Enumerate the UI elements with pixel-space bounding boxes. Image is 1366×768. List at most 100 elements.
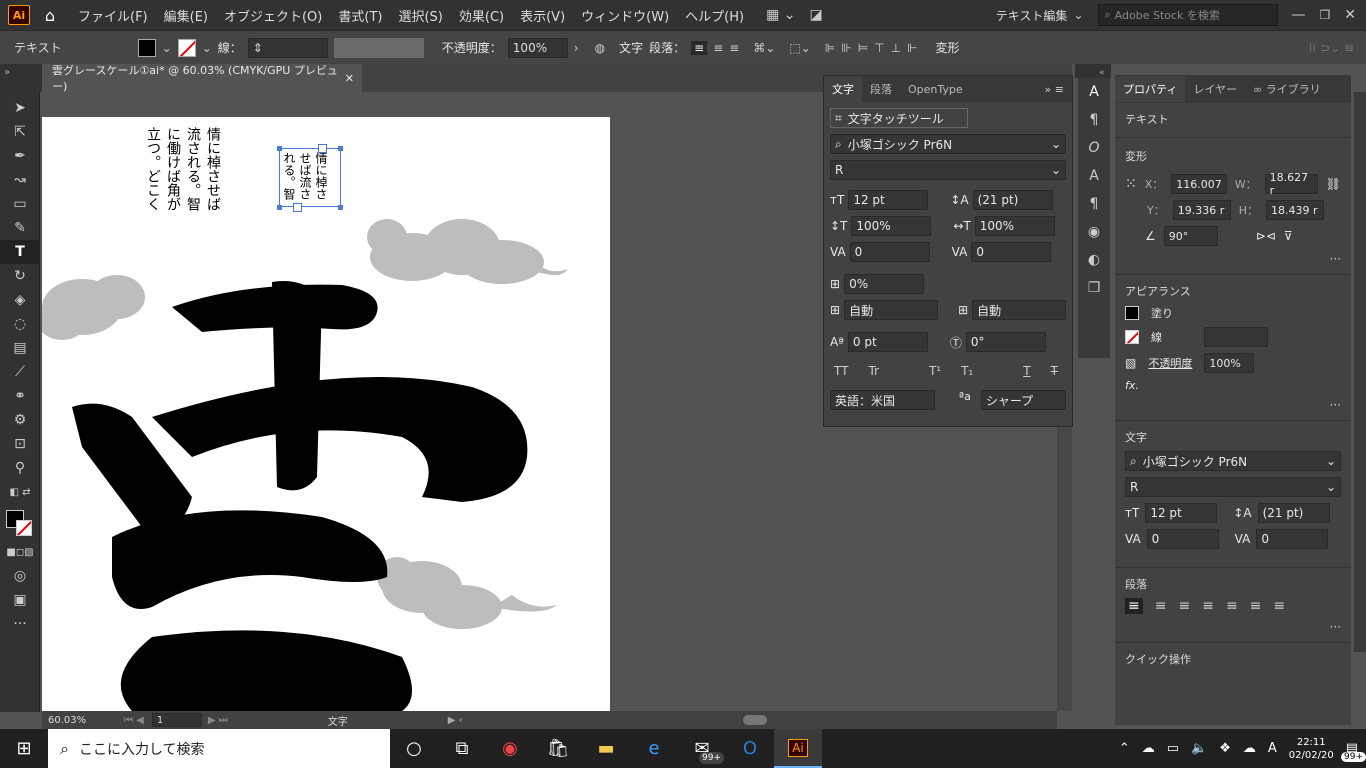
character-panel-icon[interactable]: A	[1078, 78, 1110, 106]
leading-field[interactable]: (21 pt)	[1257, 503, 1330, 523]
align-right-icon[interactable]: ≡	[1178, 598, 1190, 614]
opacity-field[interactable]: 100%	[507, 37, 568, 58]
appearance-icon[interactable]: ◉	[1078, 218, 1110, 246]
vertical-scale-field[interactable]: 100%	[851, 216, 932, 236]
aki-right-select[interactable]: 自動	[972, 300, 1067, 320]
menu-object[interactable]: オブジェクト(O)	[216, 6, 330, 25]
baseline-shift-field[interactable]: 0 pt	[847, 332, 928, 352]
tracking-field[interactable]: 0	[971, 242, 1052, 262]
rectangle-tool-icon[interactable]: ▭	[0, 192, 40, 216]
fill-stroke-swatches[interactable]	[0, 504, 40, 540]
menu-select[interactable]: 選択(S)	[390, 6, 450, 25]
menu-help[interactable]: ヘルプ(H)	[677, 6, 752, 25]
first-page-icon[interactable]: ⏮ ◀	[124, 715, 144, 726]
kerning-field[interactable]: 0	[849, 242, 930, 262]
menu-file[interactable]: ファイル(F)	[70, 6, 156, 25]
tab-libraries[interactable]: ∞ ライブラリ	[1245, 76, 1329, 102]
pen-tool-icon[interactable]: ✒	[0, 144, 40, 168]
windows-start-icon[interactable]: ⊞	[0, 729, 48, 768]
battery-icon[interactable]: ▭	[1167, 741, 1179, 756]
store-icon[interactable]: 🛍	[534, 729, 582, 768]
justify-all-icon[interactable]: ≡	[1273, 598, 1285, 614]
selection-handle[interactable]	[338, 205, 343, 210]
tab-opentype[interactable]: OpenType	[900, 76, 971, 102]
gpu-icon[interactable]: ◪	[810, 7, 823, 23]
align-left-icon[interactable]: ≡	[1125, 598, 1143, 614]
aki-left-select[interactable]: 自動	[844, 300, 939, 320]
eraser-tool-icon[interactable]: ◈	[0, 288, 40, 312]
artboard[interactable]: 情に棹させば 流される。智 に働けば角が 立つ。どこく 情に棹さ せば流さ れる…	[42, 117, 610, 711]
mail-icon[interactable]: ✉ 99+	[678, 729, 726, 768]
align-center-icon[interactable]: ≡	[713, 41, 723, 55]
chevron-down-icon[interactable]: ⌄	[202, 41, 212, 55]
play-icon[interactable]: ▶ ‹	[448, 715, 463, 726]
fill-swatch[interactable]	[137, 38, 156, 57]
blend-tool-icon[interactable]: ⚭	[0, 384, 40, 408]
outlook-icon[interactable]: O	[726, 729, 774, 768]
envelope-icon[interactable]: ⌘⌄	[753, 41, 775, 55]
more-tools-icon[interactable]: ···	[0, 612, 40, 636]
gradient-tool-icon[interactable]: ▤	[0, 336, 40, 360]
char-rotation-field[interactable]: 0°	[965, 332, 1046, 352]
chevron-down-icon[interactable]: ⌄	[162, 41, 172, 55]
tab-layers[interactable]: レイヤー	[1185, 76, 1245, 102]
paragraph-panel-icon[interactable]: ¶	[1078, 106, 1110, 134]
menu-edit[interactable]: 編集(E)	[156, 6, 216, 25]
artboard-tool-icon[interactable]: ⊡	[0, 432, 40, 456]
onedrive-icon[interactable]: ☁	[1142, 741, 1155, 756]
direct-selection-tool-icon[interactable]: ⇱	[0, 120, 40, 144]
zoom-level[interactable]: 60.03%	[48, 715, 108, 726]
font-size-field[interactable]: 12 pt	[848, 190, 929, 210]
opentype-panel-icon[interactable]: O	[1078, 134, 1110, 162]
more-options-icon[interactable]: ···	[1330, 398, 1341, 412]
eyedropper-tool-icon[interactable]: ⟋	[0, 360, 40, 384]
opacity-field[interactable]: 100%	[1204, 353, 1255, 373]
chevron-right-icon[interactable]: ›	[574, 41, 579, 55]
font-style-select[interactable]: R ⌄	[1125, 477, 1341, 497]
tab-paragraph[interactable]: 段落	[862, 76, 900, 102]
selection-handle[interactable]	[338, 146, 343, 151]
document-tab[interactable]: 雲グレースケール①ai* @ 60.03% (CMYK/GPU プレビュー) ✕	[42, 64, 362, 93]
subscript-icon[interactable]: T₁	[961, 364, 973, 378]
chevron-up-icon[interactable]: ⌃	[1119, 741, 1130, 756]
menu-window[interactable]: ウィンドウ(W)	[573, 6, 677, 25]
clock[interactable]: 22:11 02/02/20	[1289, 736, 1334, 762]
pathfinder-icon[interactable]: ◐	[1078, 246, 1110, 274]
x-field[interactable]: 116.007	[1171, 174, 1227, 194]
collapse-icon[interactable]: »	[4, 67, 10, 78]
type-tool-icon[interactable]: T	[0, 240, 40, 264]
chevron-down-icon[interactable]: ⌄	[1073, 8, 1083, 22]
touch-type-button[interactable]: ⌗ 文字タッチツール	[830, 108, 968, 128]
layers-icon[interactable]: ❐	[1078, 274, 1110, 302]
properties-scrollbar[interactable]	[1354, 92, 1366, 652]
align-left-icon[interactable]: ≡	[691, 40, 708, 55]
more-options-icon[interactable]: ···	[1330, 620, 1341, 634]
all-caps-icon[interactable]: TT	[834, 364, 848, 378]
close-icon[interactable]: ✕	[1344, 7, 1356, 23]
rotate-tool-icon[interactable]: ↻	[0, 264, 40, 288]
font-family-select[interactable]: ⌕ 小塚ゴシック Pr6N ⌄	[830, 134, 1066, 154]
tab-character[interactable]: 文字	[824, 76, 862, 102]
color-mode-icons[interactable]: ■◻▧	[0, 540, 40, 564]
draw-mode-icon[interactable]: ◎	[0, 564, 40, 588]
reference-point-icon[interactable]: ⁙	[1125, 176, 1137, 192]
swap-fill-stroke-icon[interactable]: ◧ ⇄	[0, 480, 40, 504]
flip-vertical-icon[interactable]: ⊽	[1284, 229, 1293, 243]
volume-icon[interactable]: 🔈	[1191, 741, 1207, 756]
fx-button[interactable]: fx.	[1125, 379, 1341, 392]
more-options-icon[interactable]: ···	[1330, 252, 1341, 266]
strikethrough-icon[interactable]: T	[1051, 364, 1058, 378]
h-field[interactable]: 18.439 r	[1266, 200, 1325, 220]
menu-type[interactable]: 書式(T)	[330, 6, 390, 25]
vertical-text-block-2-selected[interactable]: 情に棹さ せば流さ れる。智	[279, 148, 341, 207]
task-view-icon[interactable]: ⧉	[438, 729, 486, 768]
ime-indicator[interactable]: A	[1268, 741, 1277, 756]
y-field[interactable]: 19.336 r	[1172, 200, 1231, 220]
angle-field[interactable]: 90°	[1163, 226, 1218, 246]
notification-icon[interactable]: ▤ 99+	[1341, 741, 1366, 762]
more-options-icon[interactable]: ⁞⁞ ⊃⌄ ≡	[1309, 41, 1354, 55]
superscript-icon[interactable]: T¹	[929, 364, 941, 378]
screen-mode-icon[interactable]: ▣	[0, 588, 40, 612]
dropbox-icon[interactable]: ❖	[1219, 741, 1231, 756]
cortana-icon[interactable]: ○	[390, 729, 438, 768]
